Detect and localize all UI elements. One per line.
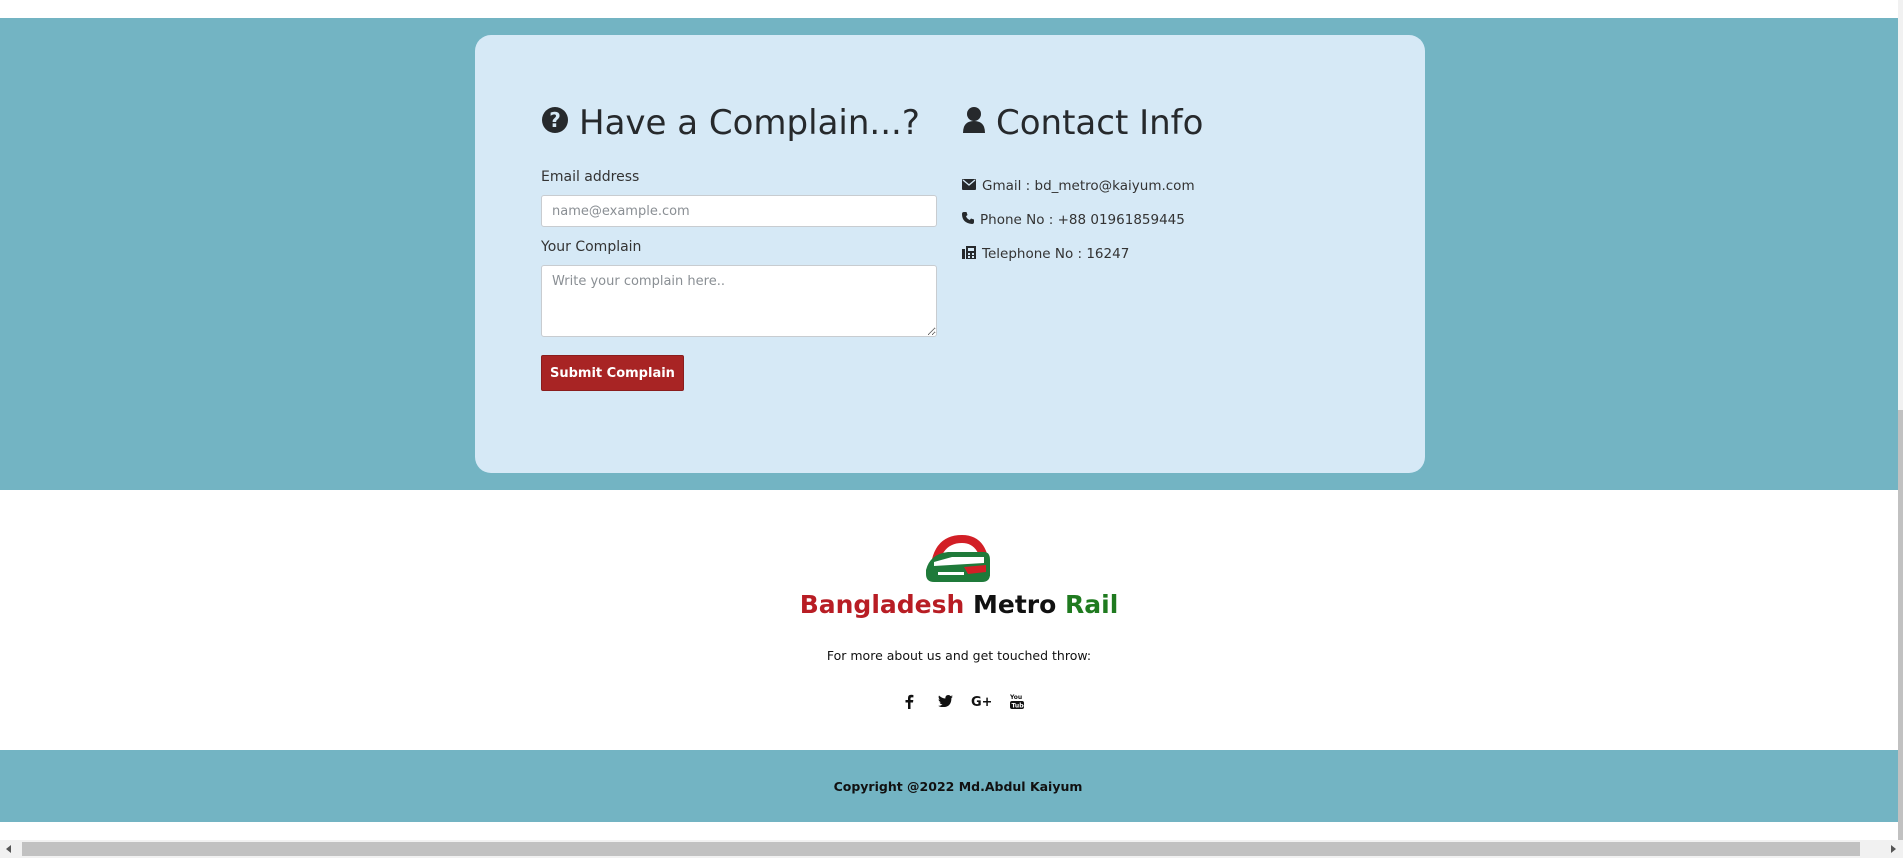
svg-text:Tube: Tube (1012, 703, 1025, 710)
contact-list: Gmail : bd_metro@kaiyum.com Phone No : +… (962, 169, 1362, 271)
contact-item-telephone: Telephone No : 16247 (962, 237, 1362, 271)
email-field[interactable] (541, 195, 937, 227)
brand-part-bangladesh: Bangladesh (799, 590, 965, 619)
svg-text:?: ? (549, 108, 561, 132)
complain-textarea[interactable] (541, 265, 937, 337)
question-circle-icon: ? (541, 103, 569, 143)
contact-telephone-text: Telephone No : 16247 (982, 246, 1130, 262)
complaint-heading: ? Have a Complain...? (541, 97, 937, 149)
twitter-icon[interactable] (934, 690, 956, 712)
contact-item-phone: Phone No : +88 01961859445 (962, 203, 1362, 237)
fax-icon (962, 245, 976, 263)
footer-tagline: For more about us and get touched throw: (826, 648, 1092, 663)
scroll-left-arrow-icon[interactable] (0, 842, 18, 856)
scroll-right-arrow-icon[interactable] (1884, 842, 1902, 856)
contact-heading-text: Contact Info (996, 103, 1204, 143)
horizontal-scrollbar-thumb[interactable] (22, 842, 1860, 856)
top-strip (0, 0, 1898, 18)
complaint-heading-text: Have a Complain...? (579, 103, 920, 143)
footer: Bangladesh Metro Rail For more about us … (0, 490, 1898, 750)
metro-rail-logo (924, 530, 994, 586)
svg-text:G+: G+ (971, 695, 991, 708)
copyright-text: Copyright @2022 Md.Abdul Kaiyum (833, 778, 1083, 794)
submit-complain-button[interactable]: Submit Complain (541, 355, 684, 391)
social-links: G+ You Tube (898, 690, 1028, 712)
contact-gmail-text: Gmail : bd_metro@kaiyum.com (982, 178, 1195, 194)
vertical-scrollbar-thumb[interactable] (1898, 410, 1903, 840)
complain-label: Your Complain (541, 239, 642, 255)
contact-card: ? Have a Complain...? Email address Your… (475, 35, 1425, 473)
contact-heading: Contact Info (962, 97, 1362, 149)
facebook-icon[interactable] (898, 690, 920, 712)
contact-section: ? Have a Complain...? Email address Your… (0, 18, 1898, 490)
user-icon (962, 103, 986, 143)
email-label: Email address (541, 169, 640, 185)
phone-icon (962, 212, 974, 228)
brand-part-rail: Rail (1065, 590, 1119, 619)
contact-phone-text: Phone No : +88 01961859445 (980, 212, 1185, 228)
contact-item-gmail: Gmail : bd_metro@kaiyum.com (962, 169, 1362, 203)
google-plus-icon[interactable]: G+ (970, 690, 992, 712)
envelope-icon (962, 178, 976, 194)
horizontal-scrollbar[interactable] (0, 840, 1903, 858)
contact-info-column: Contact Info Gmail : bd_metro@kaiyum.com… (962, 97, 1362, 271)
complaint-column: ? Have a Complain...? Email address Your… (541, 97, 937, 391)
youtube-icon[interactable]: You Tube (1006, 690, 1028, 712)
svg-text:You: You (1010, 694, 1022, 701)
copyright-bar: Copyright @2022 Md.Abdul Kaiyum (0, 750, 1898, 822)
brand-part-metro: Metro (973, 590, 1057, 619)
brand-name: Bangladesh Metro Rail (0, 590, 1903, 619)
